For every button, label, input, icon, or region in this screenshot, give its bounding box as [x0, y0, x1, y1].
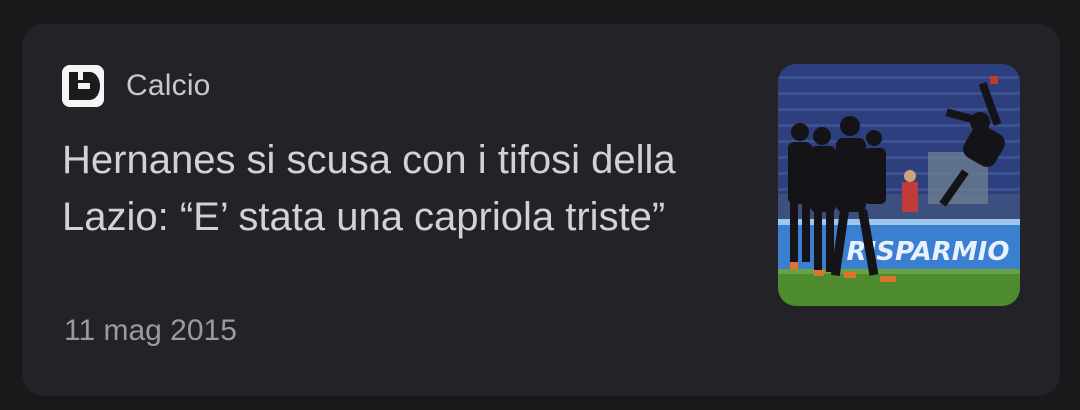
article-headline[interactable]: Hernanes si scusa con i tifosi della Laz…: [62, 132, 762, 246]
source-name: Calcio: [126, 69, 211, 102]
fanpage-logo-icon: [62, 65, 104, 107]
source-row: Calcio: [62, 64, 211, 108]
news-card[interactable]: Calcio Hernanes si scusa con i tifosi de…: [22, 24, 1060, 396]
article-thumbnail[interactable]: RISPARMIO: [778, 64, 1020, 306]
article-date: 11 mag 2015: [64, 314, 237, 347]
